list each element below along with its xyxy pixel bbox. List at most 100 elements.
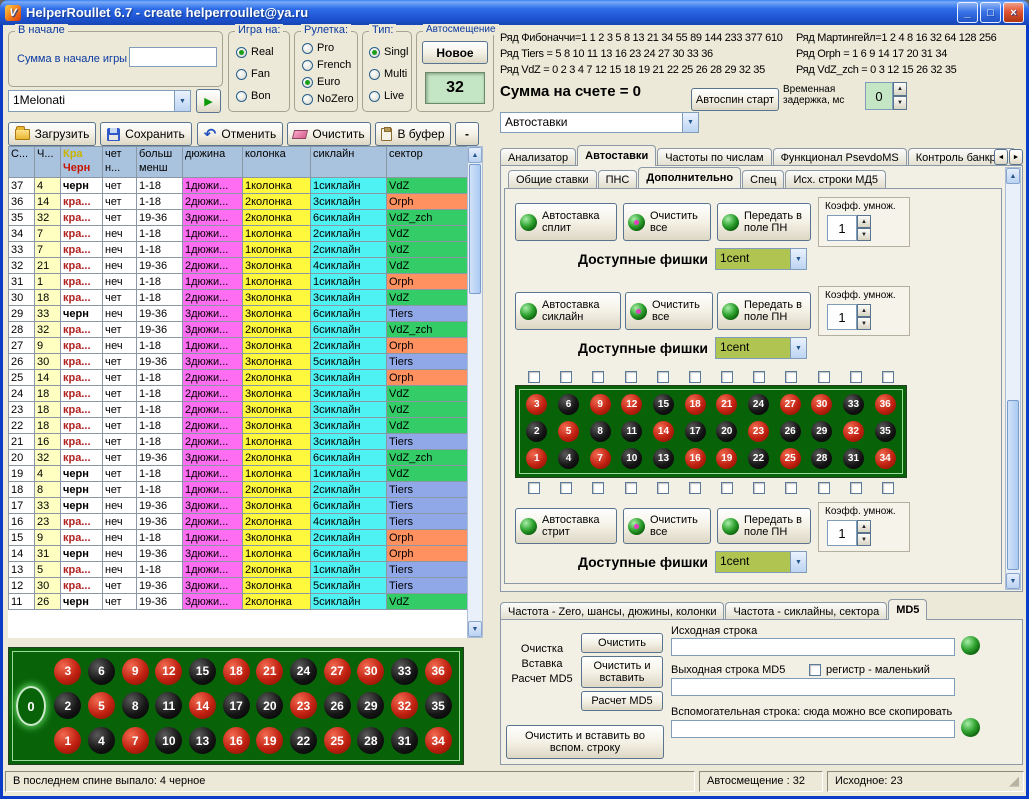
undo-button[interactable]: ↶Отменить xyxy=(197,122,283,146)
roulette-number-15[interactable]: 15 xyxy=(653,394,674,415)
close-button[interactable]: × xyxy=(1003,2,1024,23)
spin-row[interactable]: 159кра...неч1-181дюжи...3колонка2сиклайн… xyxy=(9,530,468,546)
chevron-down-icon[interactable]: ▼ xyxy=(790,338,806,358)
roulette-number-10[interactable]: 10 xyxy=(621,448,642,469)
spin-row[interactable]: 3614кра...чет1-182дюжи...2колонка3сиклай… xyxy=(9,194,468,210)
autospin-start-button[interactable]: Автоспин старт xyxy=(691,88,779,111)
spin-up-icon[interactable]: ▲ xyxy=(857,304,871,317)
roulette-number-18[interactable]: 18 xyxy=(223,658,250,685)
roulette-number-5[interactable]: 5 xyxy=(88,692,115,719)
panel-scrollbar[interactable]: ▲ ▼ xyxy=(1005,167,1021,590)
spin-row[interactable]: 1431черннеч19-363дюжи...1колонка6сиклайн… xyxy=(9,546,468,562)
roulette-number-3[interactable]: 3 xyxy=(54,658,81,685)
roulette-number-32[interactable]: 32 xyxy=(843,421,864,442)
bet-column-checkbox[interactable] xyxy=(753,371,765,383)
bet-column-checkbox[interactable] xyxy=(657,371,669,383)
bet-column-checkbox[interactable] xyxy=(528,371,540,383)
bet-column-checkbox[interactable] xyxy=(882,371,894,383)
resize-grip[interactable]: ◢ xyxy=(1009,773,1019,789)
roulette-number-17[interactable]: 17 xyxy=(685,421,706,442)
chevron-down-icon[interactable]: ▼ xyxy=(790,552,806,572)
chevron-down-icon[interactable]: ▼ xyxy=(174,91,190,111)
spin-row[interactable]: 188чернчет1-181дюжи...2колонка2сиклайнTi… xyxy=(9,482,468,498)
roulette-number-33[interactable]: 33 xyxy=(843,394,864,415)
chip-combo-street[interactable]: 1cent▼ xyxy=(715,551,807,573)
collapse-button[interactable]: - xyxy=(455,122,479,146)
roulette-number-34[interactable]: 34 xyxy=(425,727,452,754)
spin-row[interactable]: 194чернчет1-181дюжи...1колонка1сиклайнVd… xyxy=(9,466,468,482)
radio-real[interactable]: Real xyxy=(236,46,274,58)
roulette-number-36[interactable]: 36 xyxy=(425,658,452,685)
roulette-number-24[interactable]: 24 xyxy=(748,394,769,415)
radio-multi[interactable]: Multi xyxy=(369,68,407,80)
roulette-number-16[interactable]: 16 xyxy=(685,448,706,469)
roulette-number-13[interactable]: 13 xyxy=(189,727,216,754)
roulette-number-4[interactable]: 4 xyxy=(558,448,579,469)
save-button[interactable]: Сохранить xyxy=(100,122,192,146)
tabs-scroll-right[interactable]: ► xyxy=(1009,149,1023,165)
coef-spinner[interactable]: 1▲▼ xyxy=(827,520,871,546)
roulette-number-10[interactable]: 10 xyxy=(155,727,182,754)
spin-row[interactable]: 3221кра...неч19-362дюжи...3колонка4сикла… xyxy=(9,258,468,274)
bet-column-checkbox[interactable] xyxy=(592,371,604,383)
roulette-number-23[interactable]: 23 xyxy=(290,692,317,719)
roulette-number-22[interactable]: 22 xyxy=(748,448,769,469)
titlebar[interactable]: V HelperRoullet 6.7 - create helperroull… xyxy=(0,0,1029,25)
roulette-number-5[interactable]: 5 xyxy=(558,421,579,442)
spin-row[interactable]: 374чернчет1-181дюжи...1колонка1сиклайнVd… xyxy=(9,178,468,194)
start-sum-input[interactable] xyxy=(129,47,217,67)
scroll-down-icon[interactable]: ▼ xyxy=(1006,573,1020,589)
radio-bon[interactable]: Bon xyxy=(236,90,271,102)
md5-aux-input[interactable] xyxy=(671,720,955,738)
tab-freq-sectors[interactable]: Частота - сиклайны, сектора xyxy=(725,602,887,620)
bet-column-checkbox[interactable] xyxy=(753,482,765,494)
md5-clear-paste-button[interactable]: Очистить и вставить xyxy=(581,656,663,688)
roulette-number-24[interactable]: 24 xyxy=(290,658,317,685)
clear-all-sixline-button[interactable]: Очистить все xyxy=(625,292,713,330)
spin-row[interactable]: 347кра...неч1-181дюжи...1колонка2сиклайн… xyxy=(9,226,468,242)
roulette-number-19[interactable]: 19 xyxy=(256,727,283,754)
bet-column-checkbox[interactable] xyxy=(657,482,669,494)
roulette-number-34[interactable]: 34 xyxy=(875,448,896,469)
chevron-down-icon[interactable]: ▼ xyxy=(790,249,806,269)
chip-combo-sixline[interactable]: 1cent▼ xyxy=(715,337,807,359)
roulette-number-8[interactable]: 8 xyxy=(122,692,149,719)
roulette-number-9[interactable]: 9 xyxy=(122,658,149,685)
spin-row[interactable]: 3018кра...чет1-182дюжи...3колонка3сиклай… xyxy=(9,290,468,306)
roulette-number-11[interactable]: 11 xyxy=(155,692,182,719)
tab-additional[interactable]: Дополнительно xyxy=(638,167,741,188)
tab-spec[interactable]: Спец xyxy=(742,170,784,188)
bet-column-checkbox[interactable] xyxy=(625,371,637,383)
roulette-number-33[interactable]: 33 xyxy=(391,658,418,685)
transfer-pn-split-button[interactable]: Передать в поле ПН xyxy=(717,203,811,241)
bet-column-checkbox[interactable] xyxy=(785,371,797,383)
spin-row[interactable]: 135кра...неч1-181дюжи...2колонка1сиклайн… xyxy=(9,562,468,578)
roulette-number-26[interactable]: 26 xyxy=(780,421,801,442)
bet-column-checkbox[interactable] xyxy=(528,482,540,494)
bet-column-checkbox[interactable] xyxy=(721,371,733,383)
md5-output-input[interactable] xyxy=(671,678,955,696)
roulette-number-1[interactable]: 1 xyxy=(54,727,81,754)
to-buffer-button[interactable]: В буфер xyxy=(375,122,451,146)
roulette-number-27[interactable]: 27 xyxy=(780,394,801,415)
spin-up-icon[interactable]: ▲ xyxy=(857,520,871,533)
radio-euro[interactable]: Euro xyxy=(302,76,340,88)
spin-down-icon[interactable]: ▼ xyxy=(893,96,907,110)
bet-column-checkbox[interactable] xyxy=(850,371,862,383)
roulette-number-14[interactable]: 14 xyxy=(189,692,216,719)
roulette-number-21[interactable]: 21 xyxy=(716,394,737,415)
autobet-street-button[interactable]: Автоставка стрит xyxy=(515,508,617,544)
spin-row[interactable]: 2318кра...чет1-182дюжи...3колонка3сиклай… xyxy=(9,402,468,418)
tab-freq-chances[interactable]: Частота - Zero, шансы, дюжины, колонки xyxy=(500,602,724,620)
coef-spinner[interactable]: 1▲▼ xyxy=(827,304,871,330)
tab-autobets[interactable]: Автоставки xyxy=(577,145,656,166)
radio-live[interactable]: Live xyxy=(369,90,404,102)
roulette-number-0[interactable]: 0 xyxy=(16,686,46,726)
roulette-number-12[interactable]: 12 xyxy=(621,394,642,415)
radio-pro[interactable]: Pro xyxy=(302,42,334,54)
delay-spinner[interactable]: 0 ▲▼ xyxy=(865,82,907,110)
bet-column-checkbox[interactable] xyxy=(625,482,637,494)
roulette-number-14[interactable]: 14 xyxy=(653,421,674,442)
source-action-icon[interactable] xyxy=(961,636,980,655)
preset-combo[interactable]: 1Melonati ▼ xyxy=(8,90,191,112)
